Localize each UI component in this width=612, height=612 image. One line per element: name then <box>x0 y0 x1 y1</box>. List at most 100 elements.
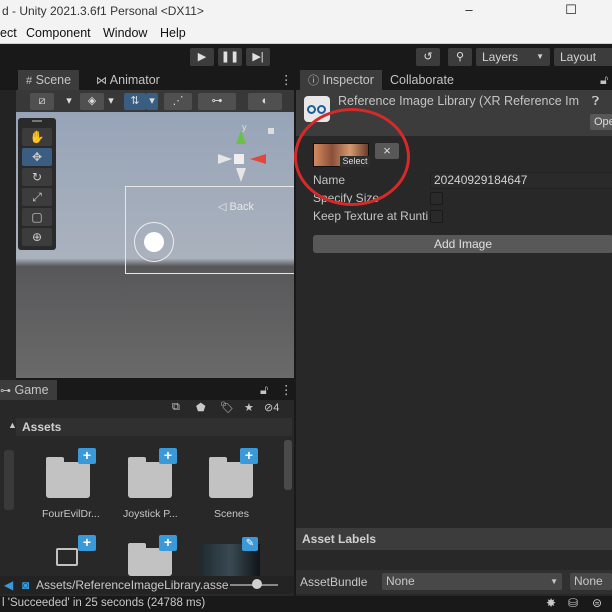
chevron-down-icon[interactable]: ▾ <box>104 93 118 110</box>
shading-icon[interactable]: ◈ <box>80 93 104 110</box>
panel-edge <box>0 70 16 90</box>
gizmo-neg-x[interactable] <box>218 154 232 164</box>
bug-icon[interactable]: ✸ <box>546 596 556 610</box>
assetbundle-dropdown[interactable]: None ▼ <box>382 573 562 590</box>
rotate-tool-icon[interactable]: ↻ <box>22 168 52 186</box>
chevron-down-icon: ▼ <box>536 52 544 61</box>
step-icon[interactable]: ▶| <box>246 48 270 66</box>
tab-game[interactable]: ⊶ Game <box>0 380 57 400</box>
folder-icon[interactable] <box>46 457 90 498</box>
project-toolbar: ⧉ ⬟ 🏷︎ ★ ⊘4 <box>0 400 294 418</box>
left-scrollbar[interactable] <box>4 450 14 510</box>
status-bar: l 'Succeeded' in 25 seconds (24788 ms) ✸… <box>0 596 612 612</box>
filter-type-icon[interactable]: ⬟ <box>196 401 206 414</box>
gizmo-x-axis[interactable] <box>250 154 266 164</box>
assets-title: Assets <box>22 420 62 434</box>
tab-collaborate[interactable]: Collaborate <box>382 70 462 90</box>
increment-icon[interactable]: ⊶ <box>198 93 236 110</box>
progress-icon[interactable]: ⊜ <box>592 596 602 610</box>
asset-label[interactable]: Joystick P... <box>123 508 178 520</box>
gizmo-move-icon[interactable]: ⇅ <box>124 93 146 110</box>
plus-icon: + <box>78 535 96 551</box>
gizmo-neg-y[interactable] <box>236 168 246 182</box>
favorite-icon[interactable]: ★ <box>244 401 254 414</box>
name-field[interactable]: 20240929184647 <box>430 172 612 189</box>
game-icon: ⊶ <box>0 385 11 397</box>
lock-icon[interactable]: 🔓︎ <box>592 70 612 90</box>
search-icon[interactable]: ⚲ <box>448 48 472 66</box>
left-edge <box>0 90 16 380</box>
draw-mode-icon[interactable]: ⧄ <box>30 93 54 110</box>
menu-select[interactable]: ect <box>0 26 17 40</box>
visibility-icon[interactable]: ◐ <box>248 93 282 110</box>
plus-icon: + <box>240 448 258 464</box>
asset-icon: ◙ <box>22 578 30 592</box>
menu-help[interactable]: Help <box>160 26 186 40</box>
animator-icon: ⋈ <box>96 75 107 87</box>
empty-folder-icon[interactable] <box>56 548 78 566</box>
plus-icon: + <box>78 448 96 464</box>
gizmo-center[interactable] <box>234 154 244 164</box>
tab-scene[interactable]: # Scene <box>18 70 80 90</box>
move-tool-icon[interactable]: ✥ <box>22 148 52 166</box>
layers-dropdown[interactable]: Layers ▼ <box>476 48 550 66</box>
scale-tool-icon[interactable]: ⤢ <box>22 188 52 206</box>
filter-label-icon[interactable]: 🏷︎ <box>220 401 234 414</box>
transform-tool-icon[interactable]: ⊕ <box>22 228 52 246</box>
inspector-title: Reference Image Library (XR Reference Im <box>338 94 580 108</box>
cache-icon[interactable]: ⛁ <box>568 596 578 610</box>
assetbundle-row: AssetBundle None ▼ None <box>296 570 612 594</box>
open-button[interactable]: Ope <box>590 114 612 130</box>
tab-inspector[interactable]: ⓘ Inspector <box>300 70 382 90</box>
back-label: ◁ Back <box>218 201 254 213</box>
keep-texture-checkbox[interactable] <box>430 210 443 223</box>
hidden-packages-icon[interactable]: ⊘4 <box>264 401 279 414</box>
menu-component[interactable]: Component <box>26 26 91 40</box>
keep-texture-label: Keep Texture at Runti <box>313 209 429 223</box>
help-icon[interactable]: ❓︎ <box>592 94 599 109</box>
history-icon[interactable]: ↺ <box>416 48 440 66</box>
info-icon: ⓘ <box>308 75 319 87</box>
add-image-button[interactable]: Add Image <box>313 235 612 253</box>
minimize-button[interactable]: – <box>446 2 492 22</box>
variant-dropdown[interactable]: None <box>570 573 612 590</box>
tab-animator[interactable]: ⋈ Animator <box>88 70 168 90</box>
menu-bar: ect Component Window Help <box>0 24 612 44</box>
layout-dropdown[interactable]: Layout <box>554 48 612 66</box>
gizmo-lock-icon[interactable] <box>268 128 274 134</box>
assets-scrollbar[interactable] <box>284 440 292 490</box>
grid-icon: # <box>26 75 33 87</box>
chevron-down-icon[interactable]: ▾ <box>146 93 158 110</box>
game-tabbar: ⊶ Game 🔓︎ ⋮ <box>0 380 294 400</box>
window-title: d - Unity 2021.3.6f1 Personal <DX11> <box>2 4 204 18</box>
pause-icon[interactable]: ❚❚ <box>218 48 242 66</box>
menu-window[interactable]: Window <box>103 26 147 40</box>
maximize-button[interactable]: ☐ <box>548 2 594 22</box>
gizmo-y-axis[interactable] <box>236 130 246 144</box>
chevron-down-icon[interactable]: ▾ <box>60 93 78 110</box>
edit-icon: ✎ <box>242 537 258 551</box>
play-icon[interactable]: ▶ <box>190 48 214 66</box>
inspector-tabbar: ⓘ Inspector Collaborate 🔓︎ <box>296 70 612 90</box>
drag-handle[interactable] <box>32 120 42 122</box>
zoom-slider-thumb[interactable] <box>252 579 262 589</box>
specify-size-checkbox[interactable] <box>430 192 443 205</box>
rect-tool-icon[interactable]: ▢ <box>22 208 52 226</box>
asset-label[interactable]: Scenes <box>214 508 249 520</box>
scroll-left-icon[interactable]: ◀ <box>4 578 13 592</box>
title-bar: d - Unity 2021.3.6f1 Personal <DX11> – ☐ <box>0 0 612 24</box>
scene-viewport[interactable]: ◁ Back y <box>16 112 294 378</box>
folder-icon[interactable] <box>128 457 172 498</box>
highlight-circle <box>294 108 410 206</box>
scroll-up-icon[interactable]: ▲ <box>8 420 17 430</box>
asset-label[interactable]: FourEvilDr... <box>42 508 100 520</box>
create-icon[interactable]: ⧉ <box>172 401 180 414</box>
transform-tools: ✋ ✥ ↻ ⤢ ▢ ⊕ <box>18 118 56 250</box>
project-path-bar: ◀ ◙ Assets/ReferenceImageLibrary.asse <box>0 576 294 594</box>
folder-icon[interactable] <box>209 457 253 498</box>
main-toolbar: ▶ ❚❚ ▶| ↺ ⚲ Layers ▼ Layout <box>0 44 612 70</box>
snap-grid-icon[interactable]: ⋰ <box>164 93 192 110</box>
layers-label: Layers <box>482 50 519 64</box>
hand-tool-icon[interactable]: ✋ <box>22 128 52 146</box>
folder-icon[interactable] <box>128 543 172 576</box>
